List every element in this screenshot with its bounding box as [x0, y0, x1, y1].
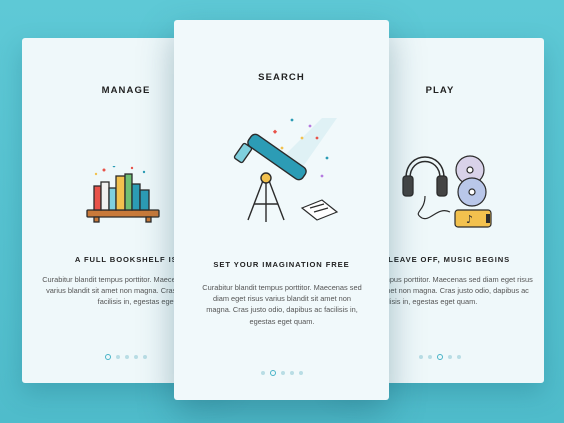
page-dot-4[interactable] [289, 371, 294, 375]
page-dot-1[interactable] [105, 354, 111, 360]
headphones-icon: ♪ [402, 155, 492, 228]
page-dot-4[interactable] [448, 355, 452, 359]
pagination[interactable] [174, 370, 389, 376]
music-player-icon: ♪ [454, 209, 492, 228]
svg-text:♪: ♪ [466, 213, 473, 226]
page-dot-3[interactable] [125, 355, 129, 359]
page-dot-5[interactable] [298, 371, 303, 375]
page-dot-2[interactable] [116, 355, 120, 359]
page-dot-2[interactable] [428, 355, 432, 359]
page-dot-5[interactable] [143, 355, 147, 359]
onboarding-card-search[interactable]: SEARCH SET YOUR IMAGINATION FREE Curabit… [174, 20, 389, 400]
telescope-icon [233, 118, 339, 222]
page-dot-1[interactable] [260, 371, 265, 375]
page-dot-2[interactable] [269, 370, 276, 376]
bookshelf-icon [86, 166, 160, 223]
card-headline: SET YOUR IMAGINATION FREE [213, 260, 350, 269]
page-dot-4[interactable] [134, 355, 138, 359]
card-title: SEARCH [258, 72, 305, 83]
page-dot-5[interactable] [457, 355, 461, 359]
page-dot-1[interactable] [419, 355, 423, 359]
cd-icon [455, 155, 487, 207]
page-dot-3[interactable] [437, 354, 443, 360]
page-dot-3[interactable] [280, 371, 285, 375]
card-body: Curabitur blandit tempus porttitor. Maec… [202, 283, 362, 326]
